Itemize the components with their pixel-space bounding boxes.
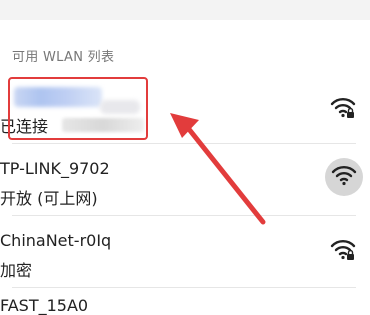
red-arrow [170,113,266,225]
